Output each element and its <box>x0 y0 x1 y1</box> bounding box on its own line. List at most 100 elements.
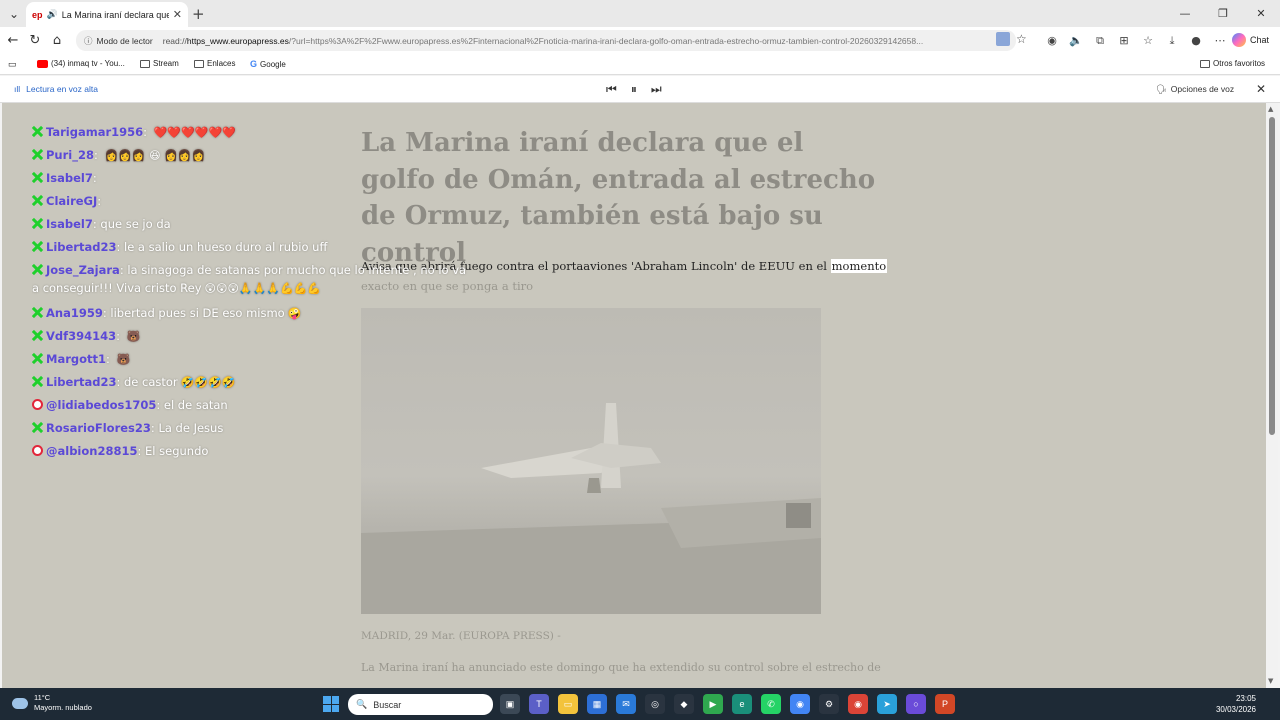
chat-message: Isabel7: <box>32 169 472 188</box>
close-read-aloud-icon[interactable]: ✕ <box>1256 82 1266 96</box>
scroll-up-icon[interactable]: ▲ <box>1268 105 1273 113</box>
app-icon[interactable]: ▶ <box>703 694 723 714</box>
close-tab-icon[interactable]: ✕ <box>173 8 182 21</box>
split-screen-icon[interactable]: ⊞ <box>1112 34 1136 47</box>
close-window-button[interactable]: ✕ <box>1242 0 1280 27</box>
immersive-reader-icon[interactable] <box>996 32 1010 46</box>
chat-username[interactable]: ClaireGJ <box>46 194 97 208</box>
favorite-youtube[interactable]: (34) inmaq tv - You... <box>37 59 125 68</box>
url-host: https_www.europapress.es <box>186 35 289 46</box>
info-icon[interactable]: ⓘ <box>84 35 93 47</box>
chat-username[interactable]: Isabel7 <box>46 171 93 185</box>
more-options-icon[interactable]: ⋯ <box>1208 34 1232 47</box>
chat-message: Ana1959: libertad pues si DE eso mismo 🤪 <box>32 304 472 323</box>
chat-username[interactable]: Jose_Zajara <box>46 263 120 277</box>
teams-icon[interactable]: T <box>529 694 549 714</box>
chat-message: Libertad23: de castor 🤣🤣🤣🤣 <box>32 373 472 392</box>
folder-icon <box>140 59 150 68</box>
chat-username[interactable]: Margott1 <box>46 352 106 366</box>
chat-emoji: 🐻 <box>116 353 131 366</box>
chrome-icon[interactable]: ◉ <box>790 694 810 714</box>
active-tab[interactable]: ep 🔊 La Marina iraní declara que el golf… <box>26 2 188 27</box>
task-view-icon[interactable]: ▣ <box>500 694 520 714</box>
chat-message: ClaireGJ: <box>32 192 472 211</box>
chat-username[interactable]: Isabel7 <box>46 217 93 231</box>
powerpoint-icon[interactable]: P <box>935 694 955 714</box>
back-button[interactable]: ← <box>2 33 24 48</box>
next-paragraph-button[interactable]: ⏭ <box>651 82 662 97</box>
pause-button[interactable]: ⏸ <box>631 82 637 97</box>
copilot-chat-button[interactable]: Chat <box>1232 33 1269 47</box>
favorite-star-icon[interactable]: ☆ <box>1016 32 1027 46</box>
platform-badge-icon <box>32 264 43 275</box>
extension-icon[interactable]: ◉ <box>1040 34 1064 47</box>
favorite-enlaces[interactable]: Enlaces <box>194 59 235 68</box>
chat-username[interactable]: Libertad23 <box>46 375 116 389</box>
whatsapp-icon[interactable]: ✆ <box>761 694 781 714</box>
speaker-icon[interactable]: 🔊 <box>47 9 58 20</box>
scrollbar-thumb[interactable] <box>1269 117 1275 435</box>
taskbar-search[interactable]: 🔍 Buscar <box>348 694 493 715</box>
maximize-button[interactable]: ❐ <box>1204 0 1242 27</box>
search-placeholder: Buscar <box>373 699 402 710</box>
favorites-icon[interactable]: ☆ <box>1136 34 1160 47</box>
chat-username[interactable]: Puri_28 <box>46 148 94 162</box>
voice-options-icon: 🗣 <box>1156 84 1167 94</box>
volume-icon[interactable]: 🔈 <box>1064 34 1088 47</box>
app-icon[interactable]: ○ <box>906 694 926 714</box>
minimize-button[interactable]: — <box>1166 0 1204 27</box>
reader-toggle-icon[interactable]: ▭ <box>8 59 17 70</box>
home-button[interactable]: ⌂ <box>46 33 68 48</box>
profile-avatar-icon[interactable]: ● <box>1184 34 1208 47</box>
chat-username[interactable]: Libertad23 <box>46 240 116 254</box>
store-icon[interactable]: ▦ <box>587 694 607 714</box>
tab-actions-menu-button[interactable]: ⌄ <box>0 0 28 27</box>
downloads-icon[interactable]: ⤓ <box>1160 34 1184 48</box>
page-scrollbar[interactable]: ▲ ▼ <box>1266 103 1278 688</box>
windows-start-icon[interactable] <box>323 696 339 712</box>
new-tab-button[interactable]: + <box>192 5 205 23</box>
clock-time: 23:05 <box>1235 694 1256 703</box>
favorite-stream[interactable]: Stream <box>140 59 179 68</box>
voice-options-button[interactable]: 🗣 Opciones de voz <box>1156 84 1234 95</box>
scroll-down-icon[interactable]: ▼ <box>1268 677 1273 685</box>
refresh-button[interactable]: ↻ <box>24 33 46 48</box>
app-icon[interactable]: ⚙ <box>819 694 839 714</box>
chat-message: Puri_28: 👩👩👩 😆 👩👩👩 <box>32 146 472 165</box>
weather-widget[interactable]: 11°C Mayorm. nublado <box>12 693 92 713</box>
article-body: La Marina iraní ha anunciado este doming… <box>361 661 881 674</box>
chat-username[interactable]: Ana1959 <box>46 306 103 320</box>
file-explorer-icon[interactable]: ▭ <box>558 694 578 714</box>
url-path: /?url=https%3A%2F%2Fwww.europapress.es%2… <box>288 35 924 46</box>
favorite-google[interactable]: G Google <box>250 59 286 69</box>
extensions-puzzle-icon[interactable]: ⧉ <box>1088 34 1112 48</box>
read-aloud-highlighted-word: momento <box>830 259 888 273</box>
chat-message: Jose_Zajara: la sinagoga de satanas por … <box>32 263 467 295</box>
app-icon[interactable]: ◎ <box>645 694 665 714</box>
chat-username[interactable]: Vdf394143 <box>46 329 116 343</box>
chat-username[interactable]: @albion28815 <box>46 444 137 458</box>
previous-paragraph-button[interactable]: ⏮ <box>606 82 617 97</box>
chat-username[interactable]: RosarioFlores23 <box>46 421 151 435</box>
tab-title: La Marina iraní declara que el golfo de … <box>61 9 169 20</box>
platform-badge-icon <box>32 376 43 387</box>
telegram-icon[interactable]: ➤ <box>877 694 897 714</box>
taskbar-clock[interactable]: 23:05 30/03/2026 <box>1216 693 1256 715</box>
copilot-icon <box>1232 33 1246 47</box>
chrome-icon[interactable]: ◉ <box>848 694 868 714</box>
chat-text: que se jo da <box>100 217 171 231</box>
mail-icon[interactable]: ✉ <box>616 694 636 714</box>
google-icon: G <box>250 59 258 69</box>
voice-options-label: Opciones de voz <box>1170 84 1235 94</box>
favorite-label: Google <box>260 59 286 69</box>
platform-badge-icon <box>32 172 43 183</box>
app-icon[interactable]: ◆ <box>674 694 694 714</box>
chat-text: El segundo <box>145 444 209 458</box>
edge-icon[interactable]: e <box>732 694 752 714</box>
favorite-label: Stream <box>153 59 179 68</box>
other-favorites[interactable]: Otros favoritos <box>1200 59 1265 68</box>
address-bar[interactable]: ⓘ Modo de lector read:// https_www.europ… <box>76 30 1016 51</box>
favorites-bar: ▭ (34) inmaq tv - You... Stream Enlaces … <box>0 54 1280 75</box>
chat-username[interactable]: Tarigamar1956 <box>46 125 143 139</box>
chat-username[interactable]: @lidiabedos1705 <box>46 398 156 412</box>
